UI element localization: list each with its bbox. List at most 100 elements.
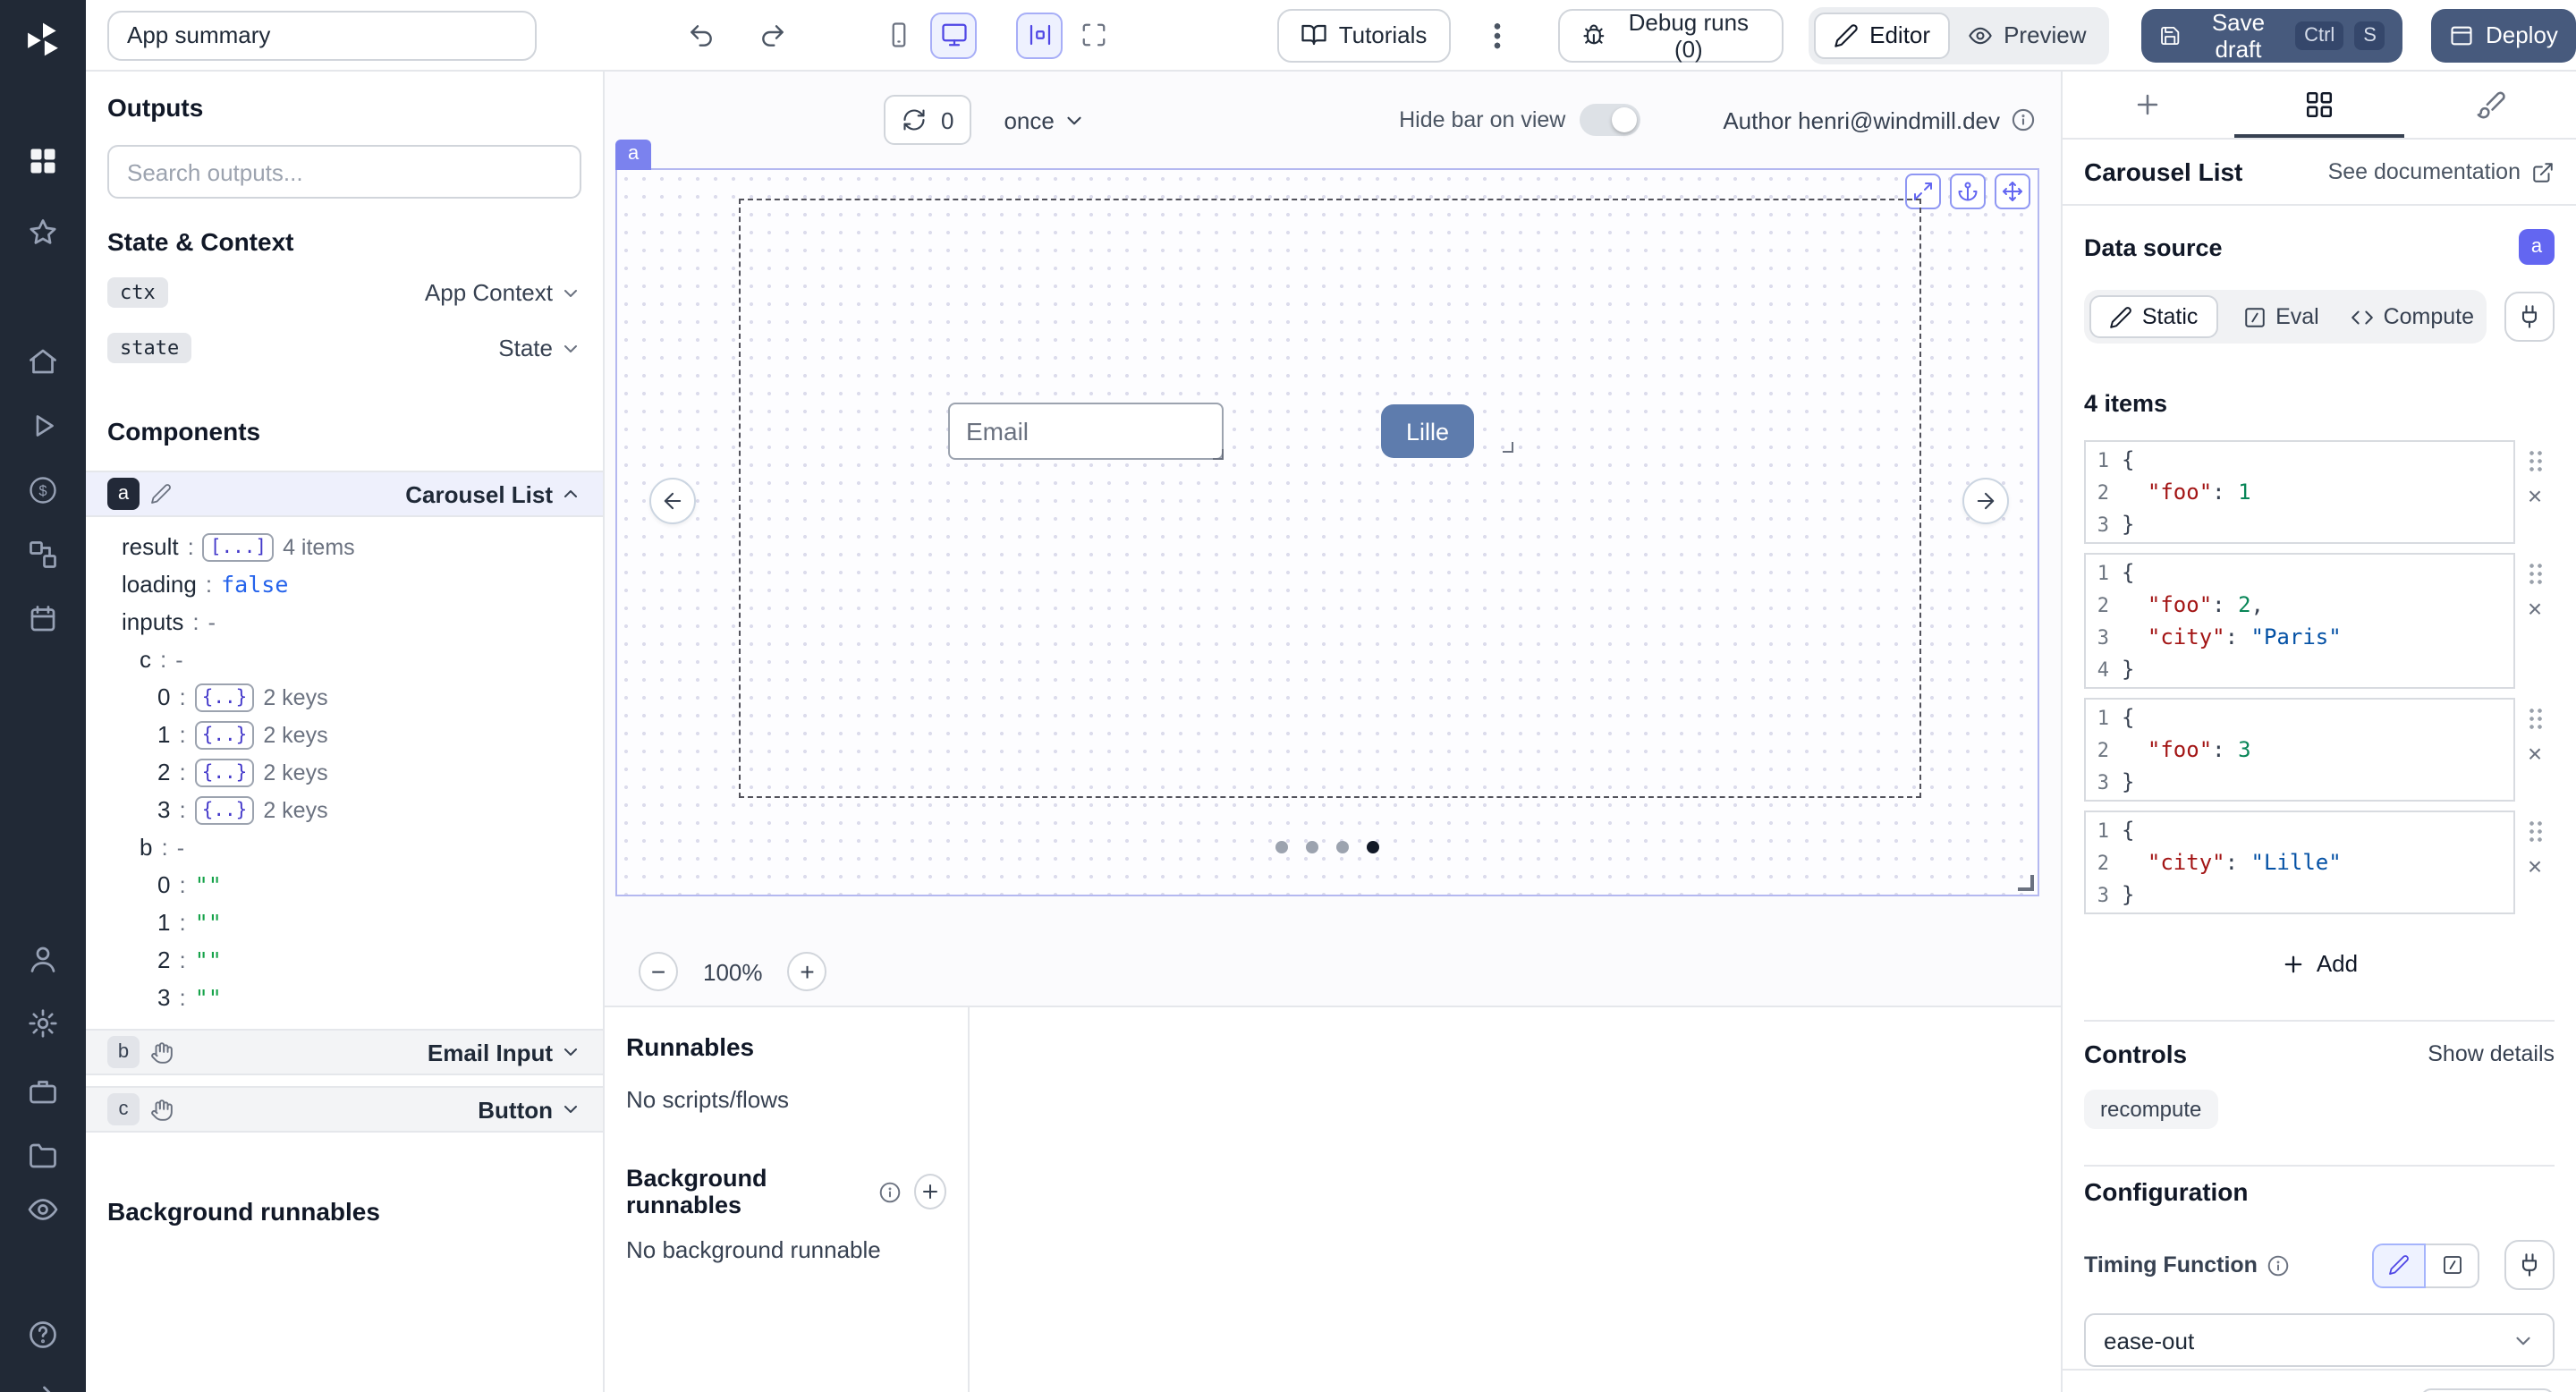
rail-favorites-button[interactable] [18, 208, 68, 258]
carousel-component-frame[interactable]: a Lille [615, 168, 2039, 896]
timing-connect-button[interactable] [2504, 1240, 2555, 1290]
delete-item-button[interactable]: × [2528, 598, 2542, 619]
connect-data-source-button[interactable] [2504, 292, 2555, 342]
rail-runs-button[interactable] [18, 401, 68, 451]
component-row-email-input[interactable]: b Email Input [86, 1029, 603, 1075]
tutorials-button[interactable]: Tutorials [1278, 8, 1451, 62]
zoom-in-button[interactable]: + [788, 952, 827, 991]
rail-audit-button[interactable] [18, 1184, 68, 1235]
rail-collapse-button[interactable] [18, 1371, 68, 1392]
output-tree-row[interactable]: 0:"" [107, 866, 581, 904]
move-component-button[interactable] [1995, 174, 2030, 209]
output-tree-row[interactable]: c:- [107, 641, 581, 678]
save-draft-button[interactable]: Save draft Ctrl S [2142, 8, 2403, 62]
rail-resources-button[interactable] [18, 530, 68, 580]
preview-tab[interactable]: Preview [1950, 12, 2105, 58]
app-summary-input[interactable] [107, 10, 536, 60]
zoom-out-button[interactable]: − [639, 952, 678, 991]
deploy-button[interactable]: Deploy [2432, 8, 2576, 62]
more-menu-button[interactable] [1475, 12, 1518, 58]
output-tree-row[interactable]: inputs:- [107, 603, 581, 641]
json-editor[interactable]: 1{2 "city": "Lille"3} [2084, 811, 2515, 914]
anchor-component-button[interactable] [1950, 174, 1986, 209]
info-icon[interactable] [2267, 1253, 2290, 1277]
window-icon [2450, 22, 2475, 47]
rail-workers-button[interactable] [18, 1066, 68, 1116]
json-editor[interactable]: 1{2 "foo": 33} [2084, 698, 2515, 802]
center-canvas-button[interactable] [1016, 12, 1063, 58]
timing-eval-mode-button[interactable] [2426, 1243, 2479, 1287]
carousel-inner-container[interactable] [739, 199, 1921, 798]
mode-eval-button[interactable]: Eval [2218, 295, 2343, 338]
carousel-prev-button[interactable] [649, 478, 696, 524]
resize-handle[interactable] [1503, 442, 1513, 453]
debug-runs-button[interactable]: Debug runs (0) [1558, 8, 1784, 62]
output-tree-row[interactable]: 3:"" [107, 979, 581, 1016]
show-details-link[interactable]: Show details [2428, 1041, 2555, 1066]
output-tree-row[interactable]: 2:"" [107, 941, 581, 979]
output-tree-row[interactable]: 0:{..}2 keys [107, 678, 581, 716]
timing-static-mode-button[interactable] [2372, 1243, 2426, 1287]
output-tree-row[interactable]: loading:false [107, 565, 581, 603]
rail-users-button[interactable] [18, 934, 68, 984]
component-row-button[interactable]: c Button [86, 1086, 603, 1133]
output-tree-row[interactable]: 1:{..}2 keys [107, 716, 581, 753]
carousel-button[interactable]: Lille [1381, 404, 1474, 458]
fit-view-button[interactable] [1071, 12, 1117, 58]
undo-button[interactable] [679, 12, 722, 58]
output-tree-row[interactable]: 2:{..}2 keys [107, 753, 581, 791]
tab-styling[interactable] [2405, 72, 2576, 138]
mobile-view-button[interactable] [877, 12, 923, 58]
add-background-runnable-button[interactable] [913, 1174, 946, 1210]
desktop-view-button[interactable] [930, 12, 977, 58]
resize-handle[interactable] [1213, 449, 1224, 460]
ctx-row[interactable]: ctx App Context [107, 272, 581, 313]
mode-compute-button[interactable]: Compute [2344, 295, 2481, 338]
redo-button[interactable] [751, 12, 794, 58]
info-icon[interactable] [2011, 107, 2036, 132]
see-documentation-link[interactable]: See documentation [2328, 159, 2555, 184]
json-editor[interactable]: 1{2 "foo": 13} [2084, 440, 2515, 544]
delete-item-button[interactable]: × [2528, 855, 2542, 877]
output-tree-row[interactable]: b:- [107, 828, 581, 866]
tab-insert-component[interactable] [2063, 72, 2233, 138]
carousel-dot[interactable] [1336, 841, 1349, 853]
editor-tab[interactable]: Editor [1814, 12, 1950, 58]
output-tree-row[interactable]: result:[...]4 items [107, 528, 581, 565]
rail-variables-button[interactable]: $ [18, 465, 68, 515]
drag-handle-icon[interactable] [2527, 707, 2543, 730]
output-tree-row[interactable]: 3:{..}2 keys [107, 791, 581, 828]
rail-settings-button[interactable] [18, 998, 68, 1048]
rail-help-button[interactable] [18, 1310, 68, 1360]
output-tree-row[interactable]: 1:"" [107, 904, 581, 941]
run-mode-dropdown[interactable]: once [1004, 106, 1086, 133]
drag-handle-icon[interactable] [2527, 449, 2543, 472]
mode-static-button[interactable]: Static [2089, 295, 2218, 338]
add-item-button[interactable]: Add [2281, 950, 2358, 977]
delete-item-button[interactable]: × [2528, 485, 2542, 506]
rail-home-button[interactable] [18, 336, 68, 386]
hide-bar-toggle[interactable] [1580, 104, 1640, 136]
timing-function-select[interactable]: ease-out [2084, 1313, 2555, 1367]
rail-folders-button[interactable] [18, 1131, 68, 1181]
delete-item-button[interactable]: × [2528, 743, 2542, 764]
windmill-logo-button[interactable] [18, 14, 68, 64]
drag-handle-icon[interactable] [2527, 819, 2543, 843]
carousel-dot[interactable] [1306, 841, 1318, 853]
json-editor[interactable]: 1{2 "foo": 2,3 "city": "Paris"4} [2084, 553, 2515, 689]
search-outputs-input[interactable] [107, 145, 581, 199]
rail-schedules-button[interactable] [18, 594, 68, 644]
email-input[interactable] [948, 403, 1224, 460]
rail-apps-button[interactable] [18, 136, 68, 186]
tab-component-settings[interactable] [2233, 72, 2404, 138]
state-row[interactable]: state State [107, 327, 581, 369]
carousel-dot[interactable] [1275, 841, 1288, 853]
info-icon[interactable] [877, 1180, 901, 1203]
carousel-dot[interactable] [1367, 841, 1379, 853]
carousel-next-button[interactable] [1962, 478, 2009, 524]
styling-show-button[interactable]: Show [2421, 1388, 2555, 1392]
drag-handle-icon[interactable] [2527, 562, 2543, 585]
component-row-carousel[interactable]: a Carousel List [86, 471, 603, 517]
refresh-app-button[interactable]: 0 [884, 95, 971, 145]
recompute-control[interactable]: recompute [2084, 1090, 2217, 1129]
